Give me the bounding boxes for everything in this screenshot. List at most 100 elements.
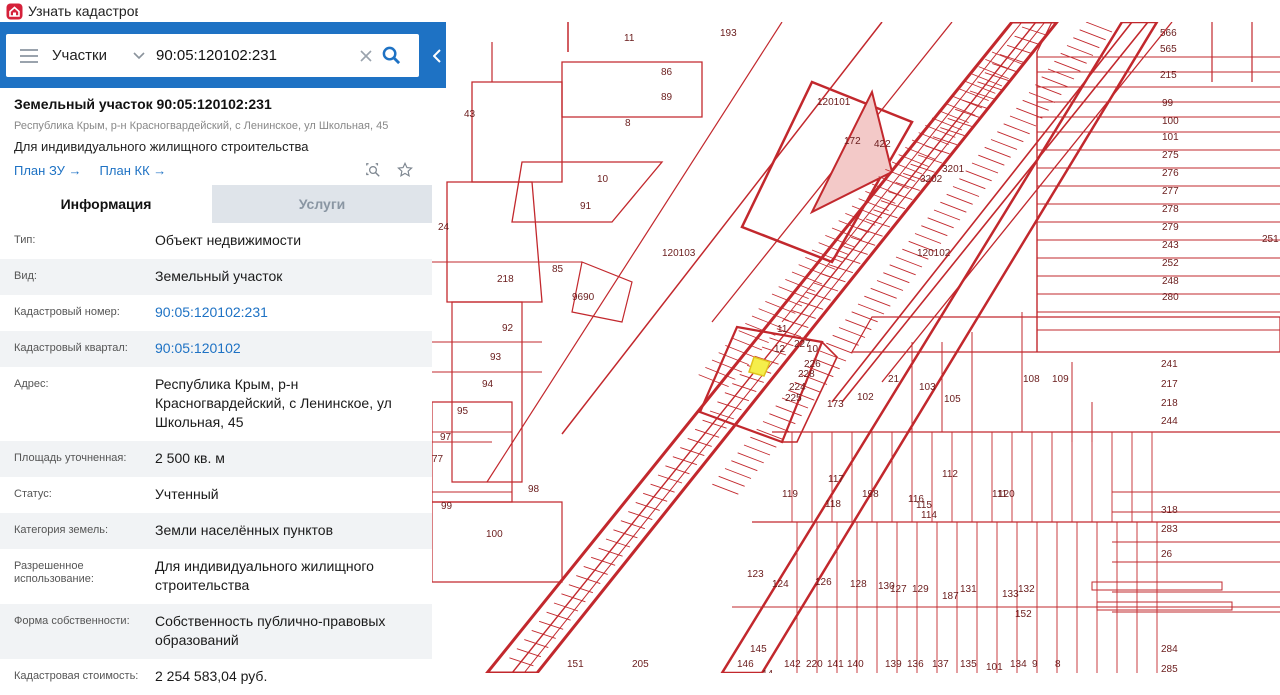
parcel-boundary: [889, 264, 916, 276]
road-edge: [831, 22, 1133, 403]
close-icon[interactable]: [356, 46, 376, 66]
parcel-boundary: [524, 639, 549, 648]
map-label: 10: [597, 174, 609, 185]
parcel-boundary: [951, 95, 983, 109]
cadastral-number-link[interactable]: 90:05:120102:231: [155, 295, 420, 331]
search-icon[interactable]: [378, 43, 404, 69]
map-label: 140: [847, 659, 864, 670]
parcel-links: План ЗУ → План КК →: [14, 157, 418, 183]
parcel-boundary: [999, 54, 1024, 63]
tab-bar: Информация Услуги: [0, 185, 432, 223]
parcel-boundary: [813, 282, 839, 292]
parcel-address: Республика Крым, р-н Красногвардейский, …: [14, 120, 389, 132]
map-label: 187: [942, 591, 959, 602]
parcel-boundary: [991, 51, 1023, 65]
parcel-boundary: [977, 81, 1002, 91]
map-label: 92: [502, 323, 514, 334]
zoom-to-object-icon[interactable]: [364, 161, 382, 179]
map-label: 198: [862, 489, 879, 500]
cadastral-quarter-link[interactable]: 90:05:120102: [155, 331, 420, 367]
plan-zu-link[interactable]: План ЗУ →: [14, 163, 82, 178]
star-icon[interactable]: [396, 161, 414, 179]
parcel-boundary: [959, 178, 986, 190]
map-label: 101: [1162, 132, 1179, 143]
map-label: 279: [1162, 222, 1179, 233]
parcel-boundary: [921, 225, 948, 237]
map-label: 566: [1160, 28, 1177, 39]
browser-tab-bar: Узнать кадастров: [0, 0, 1280, 22]
parcel-boundary: [1041, 76, 1068, 88]
parcel-boundary: [724, 468, 752, 479]
tab-information[interactable]: Информация: [0, 185, 212, 223]
map-label: 141: [827, 659, 844, 670]
map-label: 134: [1010, 659, 1027, 670]
map-label: 139: [885, 659, 902, 670]
map-label: 114: [921, 510, 937, 521]
layer-select[interactable]: Участки: [52, 34, 152, 77]
parcel-boundary: [553, 602, 579, 612]
tab-services[interactable]: Услуги: [212, 185, 432, 223]
parcel-boundary: [712, 483, 739, 495]
search-input[interactable]: [152, 34, 352, 77]
map-label: 21: [888, 374, 900, 385]
map-label: 173: [827, 399, 844, 410]
map-label: 123: [747, 569, 764, 580]
parcel-boundary: [1028, 92, 1056, 103]
parcel-boundary: [946, 193, 973, 205]
map-label: 102: [857, 392, 874, 403]
map-label: 318: [1161, 505, 1178, 516]
map-label: 43: [464, 109, 476, 120]
map-label: 220: [806, 659, 823, 670]
map-label: 112: [942, 469, 958, 480]
map-label: 136: [907, 659, 924, 670]
parcel-boundary: [771, 293, 803, 307]
map-label: 91: [580, 201, 592, 212]
parcel-boundary: [591, 556, 616, 566]
parcel-boundary: [531, 630, 556, 639]
info-row-ownership: Форма собственности: Собственность публич…: [0, 604, 432, 659]
parcel-boundary: [876, 280, 904, 291]
map-label: 120101: [817, 97, 851, 108]
map-label: 128: [850, 579, 867, 590]
parcel-boundary: [1085, 22, 1113, 33]
parcel-boundary: [911, 139, 943, 153]
parcel-boundary: [516, 648, 541, 658]
collapse-panel-button[interactable]: [428, 34, 446, 77]
parcel-boundary: [539, 620, 564, 630]
parcel-boundary: [1079, 29, 1106, 41]
parcel-boundary: [432, 501, 563, 583]
parcel-boundary: [775, 405, 802, 417]
map-label: 215: [1160, 70, 1177, 81]
menu-icon[interactable]: [6, 34, 52, 77]
info-row-cadastral-number: Кадастровый номер: 90:05:120102:231: [0, 295, 432, 331]
info-row-cadastral-value: Кадастровая стоимость: 2 254 583,04 руб.: [14, 668, 268, 684]
parcel-boundary: [806, 291, 831, 301]
map-label: 142: [784, 659, 801, 670]
map-label: 275: [1162, 150, 1179, 161]
map-label: 120102: [917, 248, 951, 259]
map-label: 99: [1162, 98, 1174, 109]
parcel-boundary: [955, 108, 980, 118]
parcel-boundary: [778, 286, 809, 300]
arrow-right-icon: →: [153, 162, 167, 178]
parcel-boundary: [1066, 45, 1094, 56]
plan-kk-link[interactable]: План КК →: [100, 163, 167, 178]
info-row-status: Статус: Учтенный: [14, 486, 219, 502]
map-label: 129: [912, 584, 929, 595]
map-label: 248: [1162, 276, 1179, 287]
road-strip-east: [720, 22, 1159, 673]
parcel-boundary: [914, 233, 942, 244]
parcel-boundary: [598, 547, 623, 557]
parcel-boundary: [864, 295, 891, 307]
parcel-boundary: [583, 566, 608, 575]
map-label: 99: [441, 501, 453, 512]
map-label: 100: [1162, 116, 1179, 127]
map-label: 131: [960, 584, 977, 595]
map-label: 24: [438, 222, 450, 233]
map-label: 8: [625, 118, 631, 129]
info-row-permitted-use: Разрешенное использование: Для индивидуал…: [14, 558, 374, 593]
map-label: 11: [777, 324, 788, 335]
parcel-boundary: [1007, 44, 1032, 54]
map-label: 130: [878, 581, 895, 592]
cadastral-map[interactable]: 11 193 566 565 215 86 89 8 43 120101 99 100 101 275 27…: [432, 22, 1280, 673]
